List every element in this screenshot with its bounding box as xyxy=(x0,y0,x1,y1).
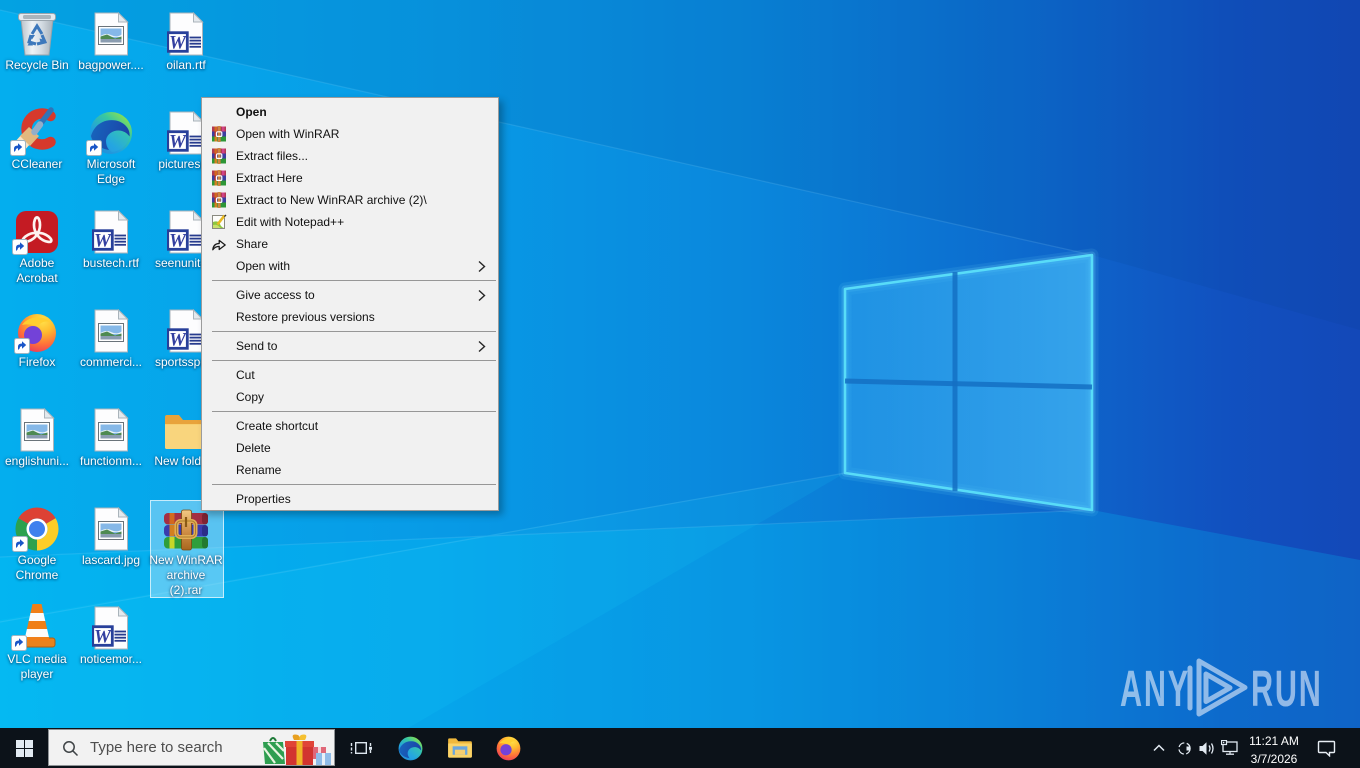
svg-text:W: W xyxy=(169,231,187,252)
svg-text:W: W xyxy=(94,231,112,252)
svg-text:W: W xyxy=(169,132,187,153)
svg-text:W: W xyxy=(169,33,187,54)
svg-text:W: W xyxy=(94,627,112,648)
svg-text:ANY: ANY xyxy=(1120,660,1190,717)
svg-text:W: W xyxy=(169,330,187,351)
svg-text:RUN: RUN xyxy=(1251,660,1323,717)
